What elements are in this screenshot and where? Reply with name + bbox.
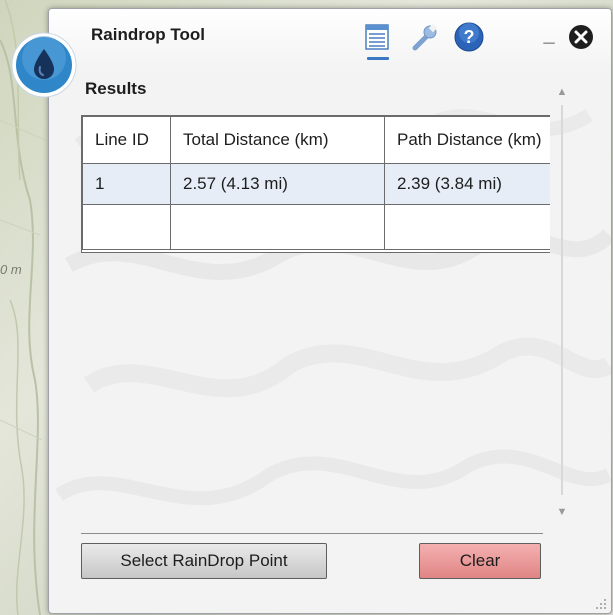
table-row[interactable]: 1 2.57 (4.13 mi) 2.39 (3.84 mi) [82,163,550,205]
column-header-path-distance[interactable]: Path Distance (km) [384,116,550,164]
close-icon[interactable] [567,23,595,51]
window-title: Raindrop Tool [91,25,205,44]
title-bar[interactable]: Raindrop Tool ? _ [49,9,611,65]
scroll-down-arrow[interactable]: ▼ [553,503,571,521]
select-raindrop-point-button[interactable]: Select RainDrop Point [81,543,327,579]
vertical-scrollbar[interactable]: ▲ ▼ [549,75,579,527]
raindrop-tool-panel: Raindrop Tool ? _ Results Line ID Total … [48,8,612,614]
raindrop-icon [10,31,78,99]
cell-empty [384,204,550,250]
clear-button[interactable]: Clear [419,543,541,579]
scroll-track[interactable] [561,105,563,495]
results-table-container[interactable]: Line ID Total Distance (km) Path Distanc… [81,115,550,253]
column-header-line-id[interactable]: Line ID [82,116,171,164]
cell-line-id: 1 [82,163,171,205]
active-tab-indicator [367,57,389,60]
cell-path-distance: 2.39 (3.84 mi) [384,163,550,205]
column-header-total-distance[interactable]: Total Distance (km) [170,116,385,164]
table-icon[interactable] [361,21,393,53]
minimize-button[interactable]: _ [539,23,559,47]
cell-total-distance: 2.57 (4.13 mi) [170,163,385,205]
results-table: Line ID Total Distance (km) Path Distanc… [82,116,550,250]
table-header-row: Line ID Total Distance (km) Path Distanc… [82,116,550,164]
resize-grip-icon[interactable] [595,597,607,609]
cell-empty [82,204,171,250]
svg-text:?: ? [464,27,475,47]
table-row-empty [82,204,550,250]
help-icon[interactable]: ? [453,21,485,53]
wrench-icon[interactable] [409,21,441,53]
cell-empty [170,204,385,250]
results-heading: Results [85,79,147,98]
map-scale-label: 0 m [0,262,22,277]
scroll-up-arrow[interactable]: ▲ [553,83,571,101]
footer-divider [81,533,543,534]
